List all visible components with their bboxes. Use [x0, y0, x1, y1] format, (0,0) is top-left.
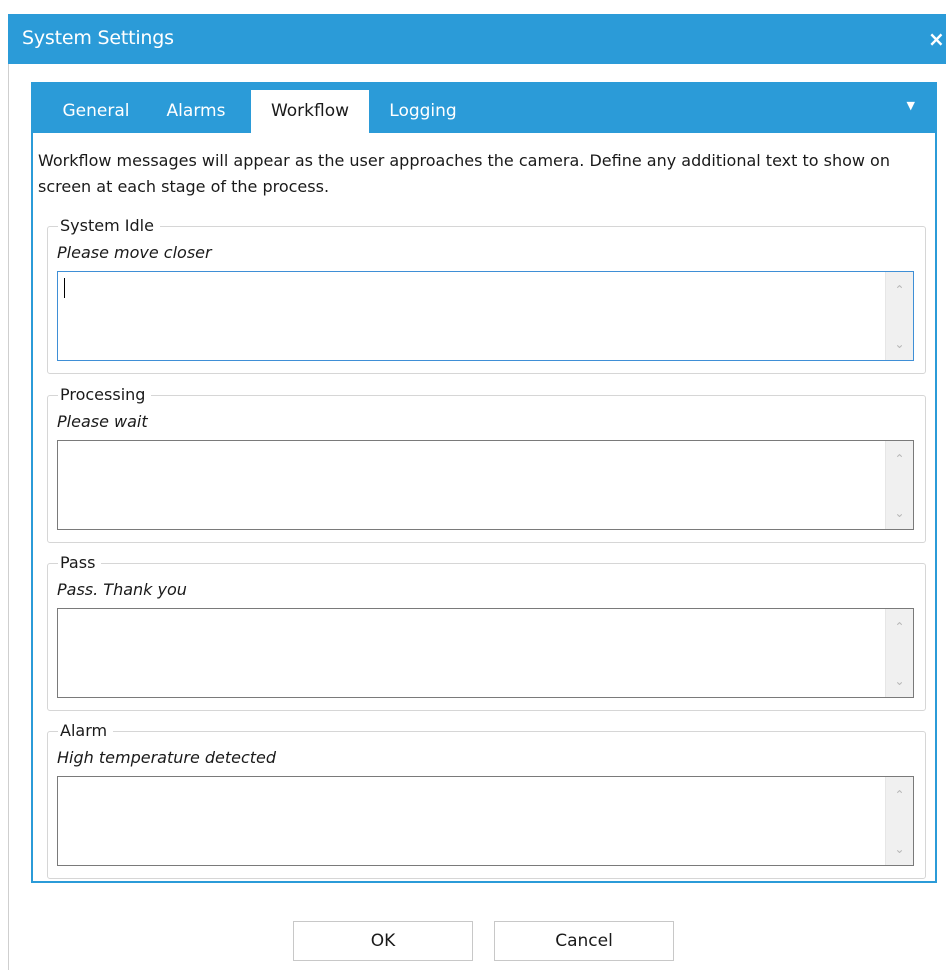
title-bar: System Settings × — [8, 14, 946, 64]
group-system-idle: System Idle Please move closer ⌃ ⌄ — [47, 214, 926, 374]
default-message: Please move closer — [57, 243, 212, 262]
scroll-down-icon[interactable]: ⌄ — [886, 839, 913, 859]
cancel-button[interactable]: Cancel — [494, 921, 674, 961]
vertical-scrollbar[interactable]: ⌃ ⌄ — [885, 777, 913, 865]
tab-general[interactable]: General — [43, 90, 149, 133]
default-message: High temperature detected — [57, 748, 277, 767]
ok-button[interactable]: OK — [293, 921, 473, 961]
tab-strip: General Alarms Workflow Logging ▼ — [31, 82, 937, 133]
pass-text-input[interactable]: ⌃ ⌄ — [57, 608, 914, 698]
group-title: Processing — [58, 383, 152, 407]
alarm-text-input[interactable]: ⌃ ⌄ — [57, 776, 914, 866]
vertical-scrollbar[interactable]: ⌃ ⌄ — [885, 609, 913, 697]
tab-logging[interactable]: Logging — [375, 90, 471, 133]
vertical-scrollbar[interactable]: ⌃ ⌄ — [885, 441, 913, 529]
default-message: Pass. Thank you — [57, 580, 187, 599]
tab-overflow-dropdown-icon[interactable]: ▼ — [907, 99, 915, 112]
scroll-up-icon[interactable]: ⌃ — [886, 449, 913, 469]
scroll-down-icon[interactable]: ⌄ — [886, 334, 913, 354]
window-left-border — [8, 64, 9, 970]
scroll-up-icon[interactable]: ⌃ — [886, 785, 913, 805]
scroll-up-icon[interactable]: ⌃ — [886, 280, 913, 300]
processing-text-input[interactable]: ⌃ ⌄ — [57, 440, 914, 530]
system-idle-text-input[interactable]: ⌃ ⌄ — [57, 271, 914, 361]
group-pass: Pass Pass. Thank you ⌃ ⌄ — [47, 551, 926, 711]
window-title: System Settings — [22, 27, 174, 49]
group-alarm: Alarm High temperature detected ⌃ ⌄ — [47, 719, 926, 879]
scroll-down-icon[interactable]: ⌄ — [886, 503, 913, 523]
tab-alarms[interactable]: Alarms — [151, 90, 241, 133]
workflow-description: Workflow messages will appear as the use… — [38, 151, 890, 196]
group-processing: Processing Please wait ⌃ ⌄ — [47, 383, 926, 543]
scroll-up-icon[interactable]: ⌃ — [886, 617, 913, 637]
group-title: Pass — [58, 551, 102, 575]
tab-workflow[interactable]: Workflow — [251, 90, 369, 133]
text-caret — [64, 278, 65, 298]
scroll-down-icon[interactable]: ⌄ — [886, 671, 913, 691]
close-icon[interactable]: × — [928, 27, 946, 51]
vertical-scrollbar[interactable]: ⌃ ⌄ — [885, 272, 913, 360]
default-message: Please wait — [57, 412, 148, 431]
group-title: Alarm — [58, 719, 114, 743]
group-title: System Idle — [58, 214, 160, 238]
